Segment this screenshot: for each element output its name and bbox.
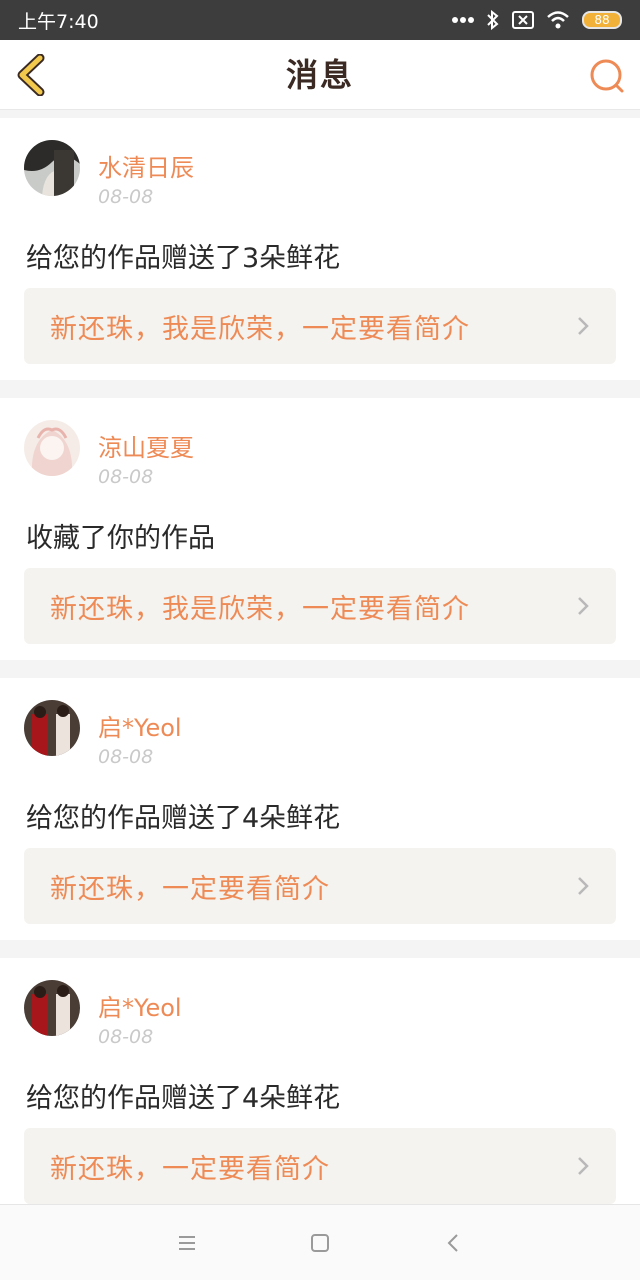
avatar[interactable] [24,140,80,196]
notification-action: 给您的作品赠送了4朵鲜花 [26,803,341,834]
work-title: 新还珠，一定要看简介 [50,873,330,905]
status-time: 上午7:40 [18,10,99,33]
username[interactable]: 启*Yeol [98,708,182,743]
work-link[interactable]: 新还珠，一定要看简介 [24,1128,616,1204]
system-navigation-bar [0,1204,640,1280]
notification-action: 给您的作品赠送了3朵鲜花 [26,243,341,274]
more-dots-icon [452,17,474,23]
header: 消息 [0,40,640,110]
notification-date: 08-08 [98,466,154,488]
work-link[interactable]: 新还珠，我是欣荣，一定要看简介 [24,568,616,644]
avatar[interactable] [24,700,80,756]
status-bar: 上午7:40 88 [0,0,640,40]
status-icons: 88 [452,10,622,30]
notification-list: 水清日辰 08-08 给您的作品赠送了3朵鲜花 新还珠，我是欣荣，一定要看简介 … [0,118,640,1238]
notification-date: 08-08 [98,1026,154,1048]
work-title: 新还珠，我是欣荣，一定要看简介 [50,313,470,345]
work-link[interactable]: 新还珠，我是欣荣，一定要看简介 [24,288,616,364]
work-title: 新还珠，一定要看简介 [50,1153,330,1185]
notification-card: 启*Yeol 08-08 给您的作品赠送了4朵鲜花 新还珠，一定要看简介 [0,958,640,1220]
work-title: 新还珠，我是欣荣，一定要看简介 [50,593,470,625]
chevron-right-icon [578,317,589,335]
avatar[interactable] [24,420,80,476]
work-link[interactable]: 新还珠，一定要看简介 [24,848,616,924]
avatar[interactable] [24,980,80,1036]
search-icon[interactable] [588,57,626,95]
home-icon[interactable] [307,1230,333,1256]
username[interactable]: 涼山夏夏 [98,428,194,463]
back-icon[interactable] [441,1230,467,1256]
chevron-right-icon [578,1157,589,1175]
username[interactable]: 水清日辰 [98,148,194,183]
notification-card: 启*Yeol 08-08 给您的作品赠送了4朵鲜花 新还珠，一定要看简介 [0,678,640,940]
notification-action: 收藏了你的作品 [26,523,215,554]
bluetooth-icon [487,10,499,30]
chevron-right-icon [578,597,589,615]
notification-card: 涼山夏夏 08-08 收藏了你的作品 新还珠，我是欣荣，一定要看简介 [0,398,640,660]
battery-icon: 88 [582,11,622,29]
username[interactable]: 启*Yeol [98,988,182,1023]
notification-date: 08-08 [98,746,154,768]
page-title: 消息 [285,56,354,94]
sim-off-icon [512,11,534,29]
wifi-icon [547,11,569,29]
notification-date: 08-08 [98,186,154,208]
notification-card: 水清日辰 08-08 给您的作品赠送了3朵鲜花 新还珠，我是欣荣，一定要看简介 [0,118,640,380]
chevron-right-icon [578,877,589,895]
notification-action: 给您的作品赠送了4朵鲜花 [26,1083,341,1114]
menu-icon[interactable] [174,1230,200,1256]
